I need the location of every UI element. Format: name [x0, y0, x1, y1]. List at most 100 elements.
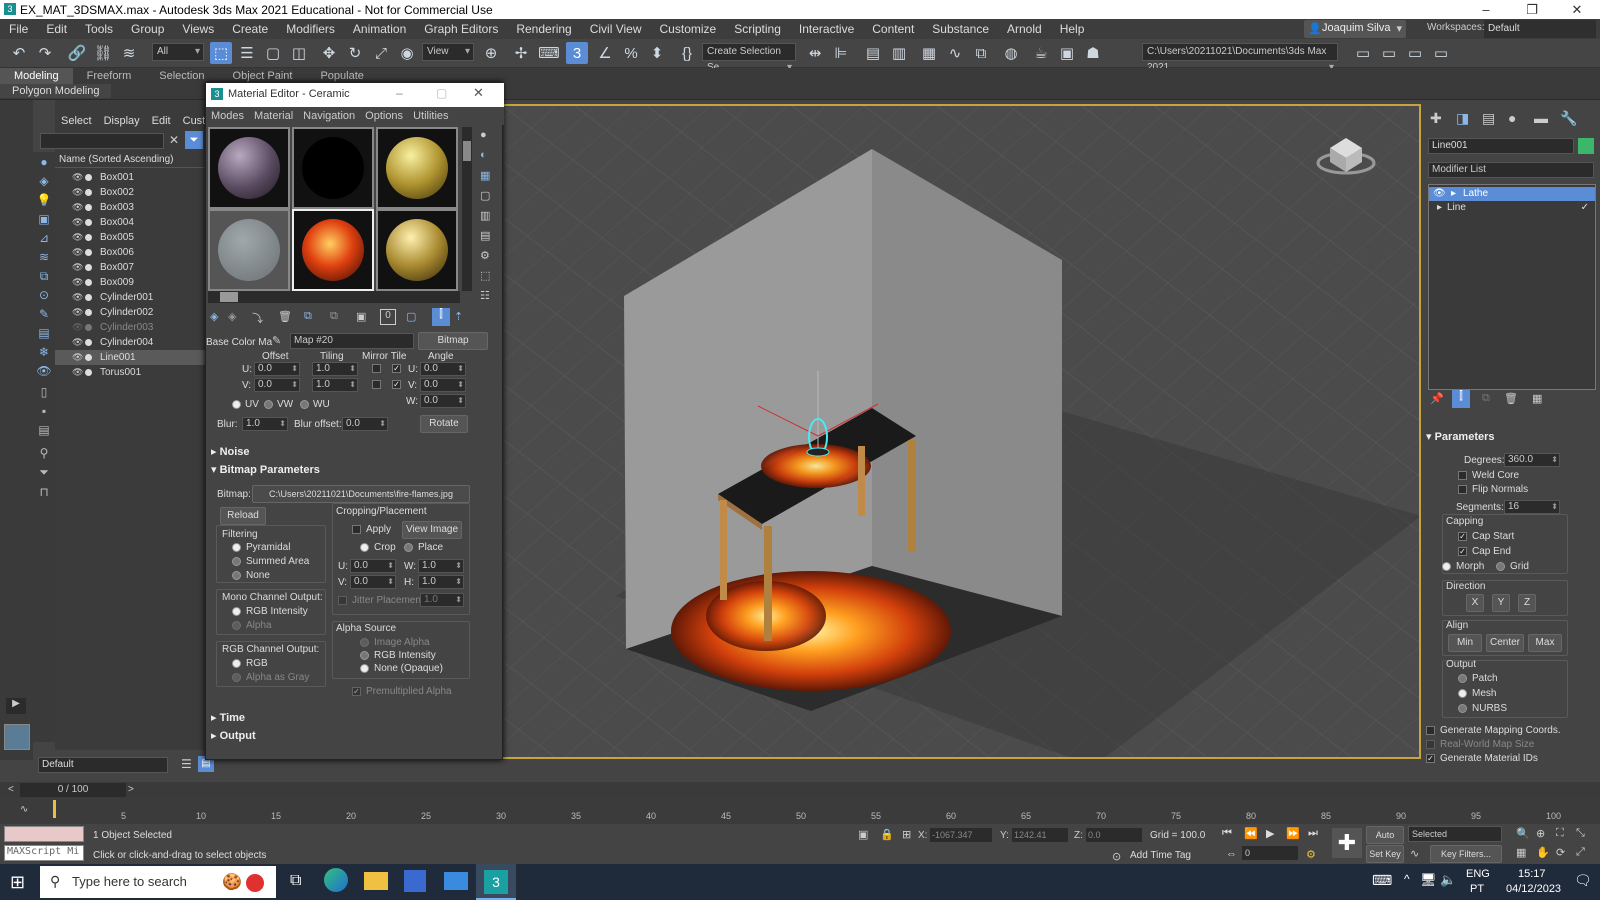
- pyramidal-radio[interactable]: [232, 543, 241, 552]
- placement-icon[interactable]: ◉: [396, 42, 418, 64]
- named-selection-dropdown[interactable]: Create Selection Se: [702, 43, 796, 76]
- scene-item-box002[interactable]: 👁 Box002: [55, 185, 205, 200]
- object-name-field[interactable]: Line001: [1428, 138, 1574, 154]
- taskbar-3dsmax[interactable]: 3: [476, 864, 516, 900]
- filter-hidden-icon[interactable]: 👁: [36, 363, 52, 379]
- render-setup-icon[interactable]: ☕: [1030, 42, 1052, 64]
- jitter-spinner[interactable]: 1.0: [420, 593, 464, 607]
- create-tab-icon[interactable]: ✚: [1430, 110, 1442, 127]
- menu-modes[interactable]: Modes: [206, 107, 249, 125]
- put-to-scene-icon[interactable]: ◈: [228, 310, 236, 323]
- blur-offset-spinner[interactable]: 0.0: [342, 417, 388, 431]
- rendered-frame-window-icon[interactable]: ▣: [1056, 42, 1078, 64]
- key-selection-dropdown[interactable]: Selected: [1408, 826, 1502, 842]
- background-icon[interactable]: ▦: [480, 169, 490, 182]
- none-opaque-radio[interactable]: [360, 664, 369, 673]
- menu-rendering[interactable]: Rendering: [507, 22, 580, 36]
- summed-area-radio[interactable]: [232, 557, 241, 566]
- map-name-dropdown[interactable]: Map #20: [290, 333, 414, 349]
- visibility-eye-icon[interactable]: 👁: [72, 335, 83, 350]
- previous-key-icon[interactable]: ⏪: [1244, 827, 1258, 840]
- visibility-eye-icon[interactable]: 👁: [72, 230, 83, 245]
- crop-radio[interactable]: [360, 543, 369, 552]
- slot-scrollbar-thumb[interactable]: [463, 141, 471, 161]
- pivot-center-icon[interactable]: ⊕: [480, 42, 502, 64]
- wu-radio[interactable]: [300, 400, 309, 409]
- menu-views[interactable]: Views: [173, 22, 223, 36]
- filter-lights-icon[interactable]: 💡: [36, 192, 52, 208]
- percent-snap-icon[interactable]: %: [620, 42, 642, 64]
- time-slider[interactable]: < 0 / 100 >: [0, 782, 1600, 798]
- scene-item-box006[interactable]: 👁 Box006: [55, 245, 205, 260]
- taskbar-search-box[interactable]: ⚲ Type here to search 🍪: [40, 866, 276, 898]
- selection-filter-dropdown[interactable]: All: [152, 43, 204, 61]
- u-angle-spinner[interactable]: 0.0: [420, 362, 466, 376]
- material-slot-5[interactable]: [292, 209, 374, 291]
- visibility-eye-icon[interactable]: 👁: [72, 260, 83, 275]
- sample-type-icon[interactable]: ●: [480, 129, 487, 141]
- scene-item-box001[interactable]: 👁 Box001: [55, 170, 205, 185]
- real-world-map-checkbox[interactable]: [1426, 740, 1435, 749]
- v-mirror-checkbox[interactable]: [372, 380, 381, 389]
- visibility-eye-icon[interactable]: 👁: [72, 170, 83, 185]
- align-min-button[interactable]: Min: [1448, 634, 1482, 652]
- close-button[interactable]: ✕: [473, 85, 484, 101]
- scene-column-header[interactable]: Name (Sorted Ascending): [55, 152, 205, 168]
- visibility-eye-icon[interactable]: 👁: [72, 365, 83, 380]
- frame-indicator[interactable]: 0 / 100: [20, 783, 126, 797]
- input-region[interactable]: PT: [1470, 883, 1484, 895]
- curve-editor-icon[interactable]: ∿: [944, 42, 966, 64]
- input-language[interactable]: ENG: [1466, 868, 1490, 880]
- time-tag-icon[interactable]: ⊙: [1112, 850, 1121, 863]
- visibility-eye-icon[interactable]: 👁: [72, 245, 83, 260]
- material-slot-3[interactable]: [376, 127, 458, 209]
- key-filters-button[interactable]: Key Filters...: [1430, 845, 1502, 863]
- set-key-button[interactable]: Set Key: [1366, 845, 1404, 863]
- redo-icon[interactable]: ↷: [34, 42, 56, 64]
- grid-radio[interactable]: [1496, 562, 1505, 571]
- flip-normals-checkbox[interactable]: [1458, 485, 1467, 494]
- y-coordinate-field[interactable]: 1242.41: [1012, 828, 1068, 842]
- menu-civil-view[interactable]: Civil View: [581, 22, 651, 36]
- link-icon[interactable]: 🔗: [66, 42, 88, 64]
- slot-scrollbar[interactable]: [462, 127, 472, 291]
- edit-icon[interactable]: ✓: [1581, 201, 1589, 215]
- next-key-icon[interactable]: ⏩: [1286, 827, 1300, 840]
- slot-hscrollbar-thumb[interactable]: [220, 292, 238, 302]
- parameters-rollout[interactable]: ▾ Parameters: [1426, 430, 1596, 446]
- set-key-icon[interactable]: ✚: [1332, 828, 1362, 858]
- sample-uv-icon[interactable]: ▢: [480, 189, 490, 202]
- default-tangent-icon[interactable]: ∿: [1410, 847, 1419, 860]
- store-icon[interactable]: [404, 870, 426, 892]
- scene-item-torus001[interactable]: 👁 Torus001: [55, 365, 205, 380]
- viewport-layout-icon[interactable]: [4, 724, 30, 750]
- layer-explorer-icon[interactable]: ▥: [888, 42, 910, 64]
- zoom-extents-all-icon[interactable]: ⤡: [1576, 827, 1585, 840]
- visibility-eye-icon[interactable]: 👁: [72, 320, 83, 335]
- alpha-radio[interactable]: [232, 621, 241, 630]
- remove-modifier-icon[interactable]: 🗑: [1504, 392, 1518, 405]
- select-manipulate-icon[interactable]: ✢: [510, 42, 532, 64]
- noise-rollout[interactable]: ▸ Noise: [211, 444, 494, 460]
- layer-dropdown[interactable]: Default: [38, 757, 168, 773]
- material-map-navigator-icon[interactable]: ☷: [480, 289, 490, 302]
- cap-start-checkbox[interactable]: ✓: [1458, 532, 1467, 541]
- reset-map-icon[interactable]: 🗑: [278, 310, 292, 323]
- jitter-checkbox[interactable]: [338, 596, 347, 605]
- stack-item-line[interactable]: ▸ Line ✓: [1429, 201, 1595, 215]
- options-icon[interactable]: ⚙: [480, 249, 490, 262]
- polygon-modeling-tab[interactable]: Polygon Modeling: [0, 84, 112, 98]
- time-rollout[interactable]: ▸ Time: [211, 710, 494, 726]
- menu-create[interactable]: Create: [223, 22, 277, 36]
- volume-icon[interactable]: 🔈: [1440, 872, 1456, 888]
- scene-item-box004[interactable]: 👁 Box004: [55, 215, 205, 230]
- pan-view-icon[interactable]: ✋: [1536, 846, 1550, 859]
- material-slot-1[interactable]: [208, 127, 290, 209]
- new-project-icon[interactable]: ▭: [1404, 42, 1426, 64]
- crop-v-spinner[interactable]: 0.0: [350, 575, 396, 589]
- morph-radio[interactable]: [1442, 562, 1451, 571]
- visibility-eye-icon[interactable]: 👁: [72, 275, 83, 290]
- x-coordinate-field[interactable]: -1067.347: [930, 828, 992, 842]
- menu-edit[interactable]: Edit: [37, 22, 76, 36]
- file-explorer-icon[interactable]: [364, 872, 388, 890]
